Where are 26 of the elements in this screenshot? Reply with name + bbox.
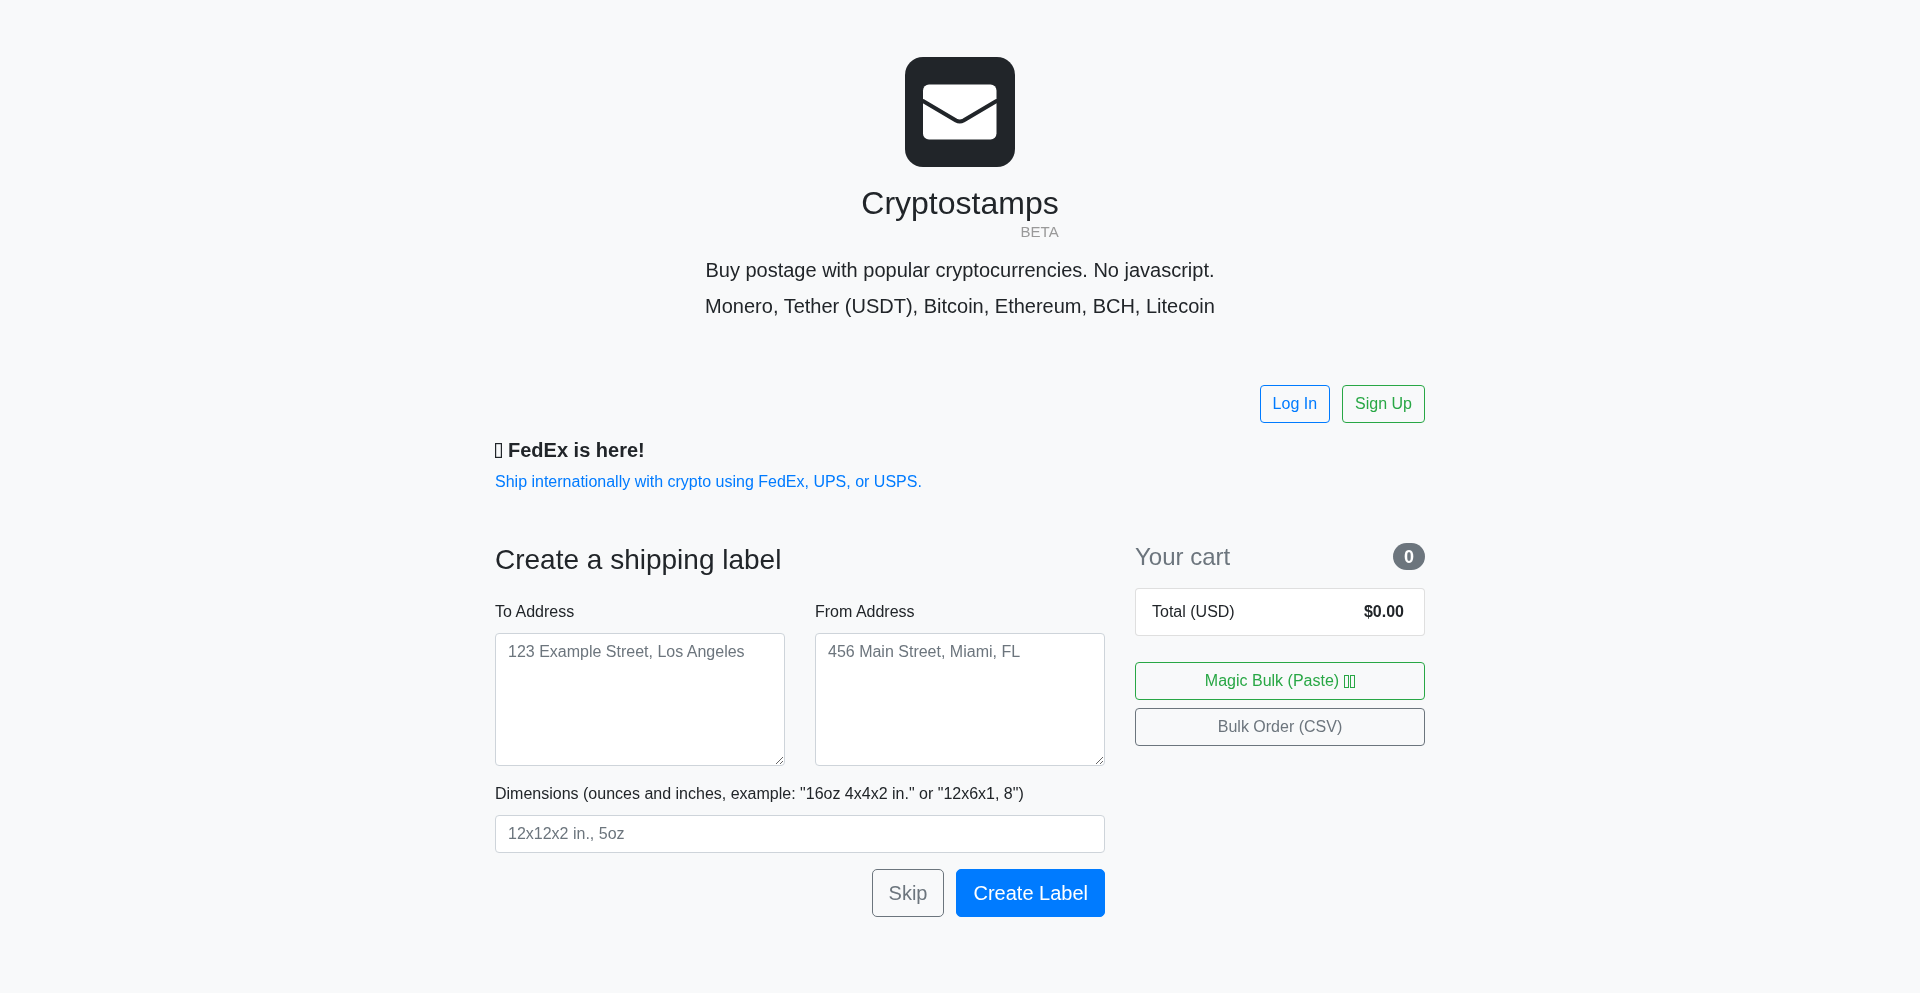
total-label: Total (USD)	[1152, 602, 1235, 622]
site-title: Cryptostamps	[861, 184, 1059, 222]
dimensions-field[interactable]: 12x12x2 in., 5oz	[495, 815, 1105, 853]
login-button[interactable]: Log In	[1259, 385, 1331, 423]
shipping-link[interactable]: Ship internationally with crypto using FedEx, UPS, or USPS.	[495, 470, 922, 494]
missing-glyph-icon	[495, 442, 502, 458]
field-label: Dimensions (ounces and inches, example: "16oz 4x4x2 in." or "12x6x1, 8")	[495, 784, 1025, 804]
cart-count-badge: 0	[1393, 543, 1425, 570]
cart-heading: Your cart	[1135, 542, 1231, 571]
tagline-text: Buy postage with popular cryptocurrencies. No javascript.	[705, 258, 1215, 283]
tagline-text: Monero, Tether (USDT), Bitcoin, Ethereum, BCH, Litecoin	[705, 294, 1215, 319]
missing-glyph-icon	[1344, 674, 1356, 688]
beta-label: BETA	[1020, 222, 1059, 241]
skip-button[interactable]: Skip	[871, 869, 945, 917]
field-label: To Address	[495, 602, 576, 622]
signup-button[interactable]: Sign Up	[1342, 385, 1425, 423]
envelope-icon	[905, 57, 1015, 167]
field-label: From Address	[815, 602, 916, 622]
address-field[interactable]: 123 Example Street, Los Angeles	[495, 633, 785, 766]
form-heading: Create a shipping label	[495, 543, 783, 577]
total-value: $0.00	[1363, 602, 1404, 622]
announcement-heading: FedEx is here!	[508, 438, 645, 462]
create-label-button[interactable]: Create Label	[956, 869, 1105, 917]
csv-bulk-button[interactable]: Bulk Order (CSV)	[1135, 708, 1425, 746]
address-field[interactable]: 456 Main Street, Miami, FL	[815, 633, 1105, 766]
paste-bulk-button[interactable]: Magic Bulk (Paste)	[1135, 662, 1425, 700]
